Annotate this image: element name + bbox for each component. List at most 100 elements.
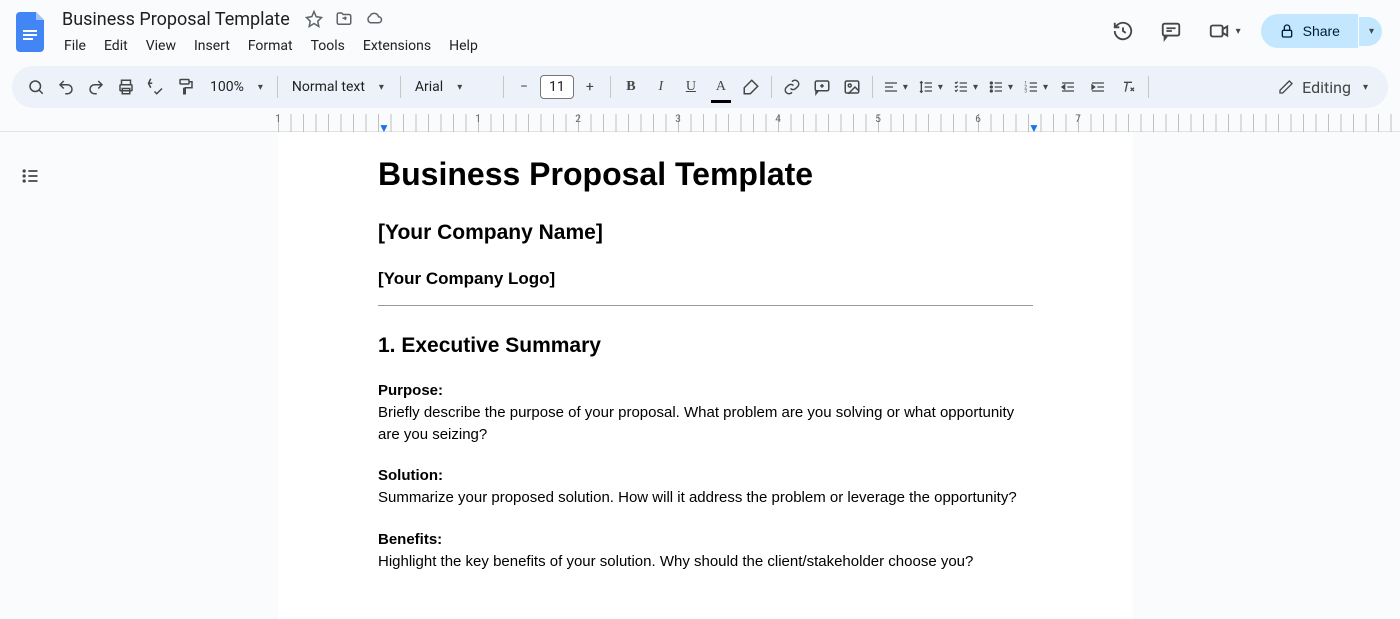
menu-insert[interactable]: Insert — [186, 34, 238, 58]
editing-mode-label: Editing — [1302, 78, 1351, 97]
checklist-button[interactable]: ▾ — [949, 73, 982, 101]
font-size-decrease[interactable]: − — [510, 73, 538, 101]
clear-formatting-button[interactable] — [1114, 73, 1142, 101]
chevron-down-icon: ▾ — [1363, 82, 1368, 93]
menu-view[interactable]: View — [138, 34, 184, 58]
menu-help[interactable]: Help — [441, 34, 486, 58]
chevron-down-icon: ▾ — [379, 82, 384, 93]
paragraph[interactable]: Benefits: Highlight the key benefits of … — [378, 529, 1033, 573]
menu-extensions[interactable]: Extensions — [355, 34, 439, 58]
separator — [400, 76, 401, 98]
share-dropdown[interactable]: ▾ — [1359, 17, 1382, 46]
comments-icon[interactable] — [1154, 14, 1188, 48]
print-button[interactable] — [112, 73, 140, 101]
line-spacing-button[interactable]: ▾ — [914, 73, 947, 101]
doc-title-heading[interactable]: Business Proposal Template — [378, 156, 1033, 193]
ruler-tick: 1 — [275, 114, 281, 125]
zoom-select[interactable]: 100%▾ — [202, 73, 271, 101]
paragraph-style-value: Normal text — [292, 79, 365, 95]
search-icon[interactable] — [22, 73, 50, 101]
share-button[interactable]: Share — [1261, 14, 1358, 48]
align-button[interactable]: ▾ — [879, 73, 912, 101]
separator — [277, 76, 278, 98]
font-select[interactable]: Arial ▾ — [407, 73, 497, 101]
meet-button[interactable]: ▾ — [1202, 16, 1247, 46]
separator — [1148, 76, 1149, 98]
increase-indent-button[interactable] — [1084, 73, 1112, 101]
highlight-button[interactable] — [737, 73, 765, 101]
paint-format-button[interactable] — [172, 73, 200, 101]
ruler-tick: 4 — [775, 114, 781, 125]
menu-file[interactable]: File — [56, 34, 94, 58]
paragraph-style-select[interactable]: Normal text ▾ — [284, 73, 394, 101]
separator — [771, 76, 772, 98]
menu-edit[interactable]: Edit — [96, 34, 136, 58]
insert-comment-button[interactable] — [808, 73, 836, 101]
company-name-placeholder[interactable]: [Your Company Name] — [378, 221, 1033, 245]
para-label: Purpose: — [378, 382, 443, 399]
ruler-tick: 3 — [675, 114, 681, 125]
chevron-down-icon: ▾ — [457, 82, 462, 93]
menu-bar: File Edit View Insert Format Tools Exten… — [56, 34, 1106, 58]
left-indent-marker[interactable]: ▼ — [378, 121, 390, 135]
para-text: Briefly describe the purpose of your pro… — [378, 404, 1014, 443]
docs-logo[interactable] — [12, 6, 52, 58]
ruler-tick: 5 — [875, 114, 881, 125]
ruler[interactable]: 1 1 2 3 4 5 6 7 ▼ ▼ — [0, 114, 1400, 132]
company-logo-placeholder[interactable]: [Your Company Logo] — [378, 269, 1033, 289]
separator — [503, 76, 504, 98]
chevron-down-icon: ▾ — [1236, 26, 1241, 37]
history-icon[interactable] — [1106, 14, 1140, 48]
horizontal-rule — [378, 305, 1033, 306]
italic-button[interactable]: I — [647, 73, 675, 101]
bulleted-list-button[interactable]: ▾ — [984, 73, 1017, 101]
document-canvas[interactable]: Business Proposal Template [Your Company… — [60, 132, 1400, 619]
numbered-list-button[interactable]: 123▾ — [1019, 73, 1052, 101]
ruler-tick: 7 — [1075, 114, 1081, 125]
zoom-value: 100% — [210, 79, 244, 95]
menu-format[interactable]: Format — [240, 34, 301, 58]
cloud-status-icon[interactable] — [364, 9, 384, 29]
star-icon[interactable] — [304, 9, 324, 29]
spellcheck-button[interactable] — [142, 73, 170, 101]
chevron-down-icon: ▾ — [1043, 82, 1048, 93]
title-area: Business Proposal Template File Edit Vie… — [52, 6, 1106, 58]
separator — [872, 76, 873, 98]
decrease-indent-button[interactable] — [1054, 73, 1082, 101]
paragraph[interactable]: Solution: Summarize your proposed soluti… — [378, 465, 1033, 509]
document-title[interactable]: Business Proposal Template — [56, 7, 296, 32]
section-heading[interactable]: 1. Executive Summary — [378, 334, 1033, 358]
text-color-button[interactable]: A — [707, 73, 735, 101]
move-icon[interactable] — [334, 9, 354, 29]
pencil-icon — [1278, 79, 1294, 95]
page[interactable]: Business Proposal Template [Your Company… — [278, 132, 1133, 619]
font-size-input[interactable]: 11 — [540, 75, 574, 99]
ruler-tick: 1 — [475, 114, 481, 125]
outline-toggle-button[interactable] — [12, 158, 48, 194]
para-label: Benefits: — [378, 531, 442, 548]
lock-icon — [1279, 23, 1295, 39]
separator — [610, 76, 611, 98]
share-button-group: Share ▾ — [1261, 14, 1382, 48]
editing-mode-select[interactable]: Editing ▾ — [1268, 78, 1378, 97]
menu-tools[interactable]: Tools — [303, 34, 353, 58]
toolbar: 100%▾ Normal text▾ Arial▾ − 11 + B I U A… — [12, 66, 1388, 108]
font-value: Arial — [415, 79, 443, 95]
chevron-down-icon: ▾ — [1008, 82, 1013, 93]
redo-button[interactable] — [82, 73, 110, 101]
insert-link-button[interactable] — [778, 73, 806, 101]
paragraph[interactable]: Purpose: Briefly describe the purpose of… — [378, 380, 1033, 445]
para-text: Highlight the key benefits of your solut… — [378, 553, 973, 570]
content-area: Business Proposal Template [Your Company… — [0, 132, 1400, 619]
font-size-increase[interactable]: + — [576, 73, 604, 101]
font-size-group: − 11 + — [510, 73, 604, 101]
chevron-down-icon: ▾ — [903, 82, 908, 93]
header-bar: Business Proposal Template File Edit Vie… — [0, 0, 1400, 60]
left-gutter — [0, 132, 60, 619]
undo-button[interactable] — [52, 73, 80, 101]
chevron-down-icon: ▾ — [938, 82, 943, 93]
bold-button[interactable]: B — [617, 73, 645, 101]
right-indent-marker[interactable]: ▼ — [1028, 121, 1040, 135]
insert-image-button[interactable] — [838, 73, 866, 101]
underline-button[interactable]: U — [677, 73, 705, 101]
